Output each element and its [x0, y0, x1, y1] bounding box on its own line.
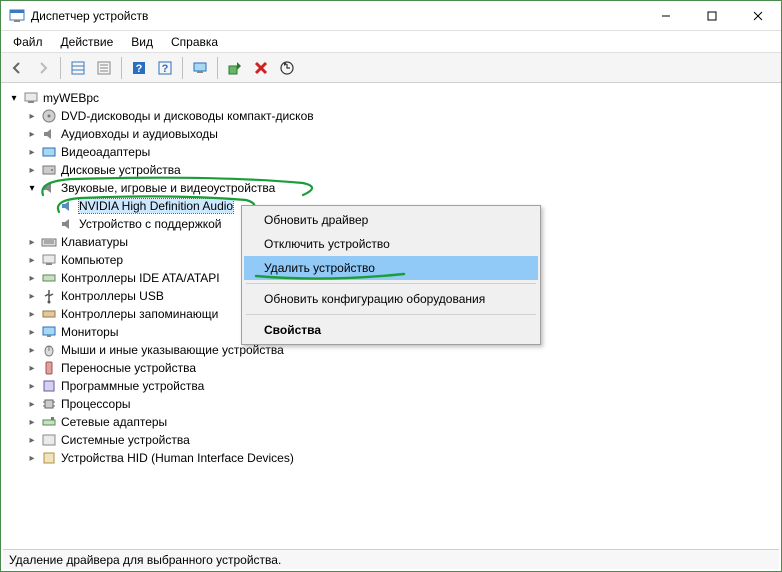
ctx-uninstall-device-label: Удалить устройство: [264, 261, 375, 275]
tree-node-portable[interactable]: ▸ Переносные устройства: [3, 359, 779, 377]
usb-icon: [41, 288, 57, 304]
hid-icon: [41, 450, 57, 466]
chevron-right-icon[interactable]: ▸: [25, 343, 39, 357]
chevron-right-icon[interactable]: ▸: [25, 451, 39, 465]
help-button[interactable]: ?: [127, 56, 151, 80]
tree-node-system-devices[interactable]: ▸ Системные устройства: [3, 431, 779, 449]
app-icon: [9, 8, 25, 24]
keyboard-icon: [41, 234, 57, 250]
chevron-right-icon[interactable]: ▸: [25, 163, 39, 177]
speaker-icon: [41, 180, 57, 196]
ctx-disable-device[interactable]: Отключить устройство: [244, 232, 538, 256]
back-button[interactable]: [5, 56, 29, 80]
menu-view[interactable]: Вид: [123, 33, 161, 51]
tree-node-video-adapters[interactable]: ▸ Видеоадаптеры: [3, 143, 779, 161]
chevron-right-icon[interactable]: ▸: [25, 145, 39, 159]
disk-icon: [41, 162, 57, 178]
uninstall-device-button[interactable]: [249, 56, 273, 80]
chevron-right-icon[interactable]: ▸: [25, 361, 39, 375]
update-driver-button[interactable]: [275, 56, 299, 80]
chevron-right-icon[interactable]: ▸: [25, 235, 39, 249]
toolbar: ? ?: [1, 53, 781, 83]
menu-help[interactable]: Справка: [163, 33, 226, 51]
tree-node-sound-game-video[interactable]: ▾ Звуковые, игровые и видеоустройства: [3, 179, 779, 197]
enable-device-button[interactable]: [223, 56, 247, 80]
ctx-update-driver[interactable]: Обновить драйвер: [244, 208, 538, 232]
tree-node-audio-io[interactable]: ▸ Аудиовходы и аудиовыходы: [3, 125, 779, 143]
chevron-right-icon[interactable]: ▸: [25, 397, 39, 411]
network-adapter-icon: [41, 414, 57, 430]
cpu-icon: [41, 396, 57, 412]
chevron-right-icon[interactable]: ▸: [25, 127, 39, 141]
portable-device-icon: [41, 360, 57, 376]
tree-node-software-devices[interactable]: ▸ Программные устройства: [3, 377, 779, 395]
chevron-right-icon[interactable]: ▸: [25, 271, 39, 285]
show-hide-tree-button[interactable]: [66, 56, 90, 80]
system-device-icon: [41, 432, 57, 448]
tree-node-disk-devices[interactable]: ▸ Дисковые устройства: [3, 161, 779, 179]
ctx-properties[interactable]: Свойства: [244, 318, 538, 342]
ctx-separator: [246, 283, 536, 284]
scan-hardware-button[interactable]: [188, 56, 212, 80]
ctx-separator: [246, 314, 536, 315]
mouse-icon: [41, 342, 57, 358]
chevron-right-icon[interactable]: ▸: [25, 415, 39, 429]
titlebar: Диспетчер устройств: [1, 1, 781, 31]
chevron-right-icon[interactable]: ▸: [25, 289, 39, 303]
computer-icon: [41, 252, 57, 268]
tree-root[interactable]: ▾ myWEBpc: [3, 89, 779, 107]
properties-button[interactable]: [92, 56, 116, 80]
tree-node-processors[interactable]: ▸ Процессоры: [3, 395, 779, 413]
chevron-down-icon[interactable]: ▾: [25, 181, 39, 195]
chevron-right-icon[interactable]: ▸: [25, 379, 39, 393]
menu-action[interactable]: Действие: [53, 33, 122, 51]
context-menu: Обновить драйвер Отключить устройство Уд…: [241, 205, 541, 345]
chevron-right-icon[interactable]: ▸: [25, 325, 39, 339]
controller-icon: [41, 270, 57, 286]
software-device-icon: [41, 378, 57, 394]
optical-drive-icon: [41, 108, 57, 124]
statusbar: Удаление драйвера для выбранного устройс…: [3, 549, 779, 569]
speaker-icon: [59, 216, 75, 232]
monitor-icon: [41, 324, 57, 340]
window-title: Диспетчер устройств: [31, 9, 148, 23]
speaker-icon: [41, 126, 57, 142]
storage-controller-icon: [41, 306, 57, 322]
topic-help-button[interactable]: ?: [153, 56, 177, 80]
svg-text:?: ?: [162, 63, 169, 75]
ctx-uninstall-device[interactable]: Удалить устройство: [244, 256, 538, 280]
ctx-scan-hardware[interactable]: Обновить конфигурацию оборудования: [244, 287, 538, 311]
display-adapter-icon: [41, 144, 57, 160]
minimize-button[interactable]: [643, 1, 689, 31]
chevron-right-icon[interactable]: ▸: [25, 307, 39, 321]
chevron-right-icon[interactable]: ▸: [25, 253, 39, 267]
tree-root-label: myWEBpc: [43, 91, 99, 105]
chevron-right-icon[interactable]: ▸: [25, 109, 39, 123]
tree-node-network-adapters[interactable]: ▸ Сетевые адаптеры: [3, 413, 779, 431]
statusbar-text: Удаление драйвера для выбранного устройс…: [9, 553, 281, 567]
computer-icon: [23, 90, 39, 106]
tree-node-hid[interactable]: ▸ Устройства HID (Human Interface Device…: [3, 449, 779, 467]
tree-node-dvd[interactable]: ▸ DVD-дисководы и дисководы компакт-диск…: [3, 107, 779, 125]
svg-text:?: ?: [136, 63, 143, 75]
forward-button[interactable]: [31, 56, 55, 80]
chevron-right-icon[interactable]: ▸: [25, 433, 39, 447]
tree-node-nvidia-hda-label: NVIDIA High Definition Audio: [79, 199, 233, 213]
menu-file[interactable]: Файл: [5, 33, 51, 51]
chevron-down-icon[interactable]: ▾: [7, 91, 21, 105]
speaker-icon: [59, 198, 75, 214]
maximize-button[interactable]: [689, 1, 735, 31]
menubar: Файл Действие Вид Справка: [1, 31, 781, 53]
close-button[interactable]: [735, 1, 781, 31]
